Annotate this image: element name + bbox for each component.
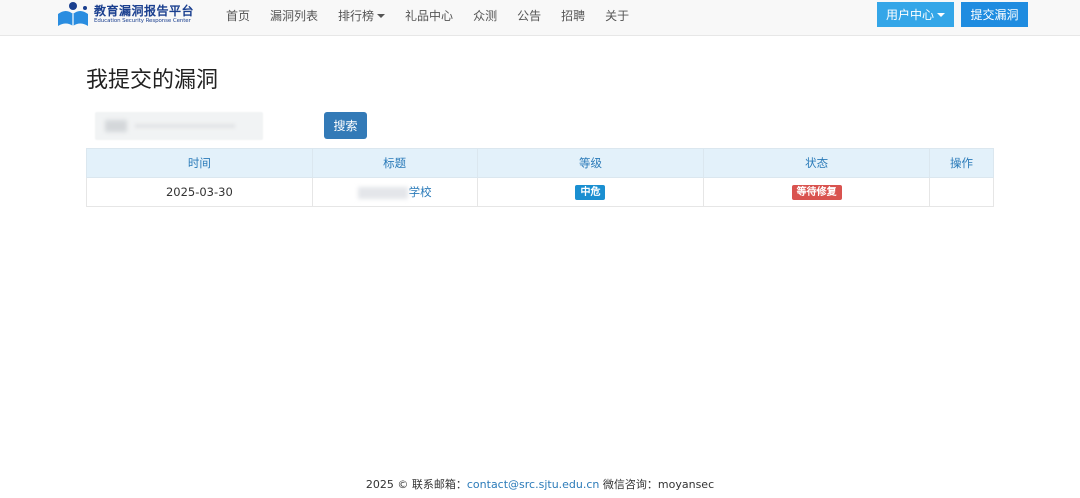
cell-level: 中危 [476, 177, 705, 207]
nav-item-announcements[interactable]: 公告 [517, 7, 541, 24]
caret-down-icon [937, 12, 945, 17]
brand-text: 教育漏洞报告平台 Education Security Response Cen… [94, 5, 194, 25]
caret-down-icon [377, 14, 386, 18]
top-navbar: 教育漏洞报告平台 Education Security Response Cen… [0, 0, 1080, 36]
vuln-title-link[interactable]: 学校 [409, 185, 432, 199]
search-button[interactable]: 搜索 [324, 112, 367, 139]
column-header-title[interactable]: 标题 [311, 148, 478, 178]
redacted-content [105, 120, 127, 132]
column-header-level[interactable]: 等级 [476, 148, 705, 178]
nav-item-recruitment[interactable]: 招聘 [561, 7, 585, 24]
user-center-label: 用户中心 [885, 8, 934, 22]
cell-title: 学校 [311, 177, 478, 207]
main-nav: 首页 漏洞列表 排行榜 礼品中心 众测 公告 招聘 关于 [216, 0, 639, 30]
footer: 2025 © 联系邮箱：contact@src.sjtu.edu.cn 微信咨询… [0, 476, 1080, 492]
redacted-content [135, 124, 235, 128]
submit-vuln-button[interactable]: 提交漏洞 [961, 2, 1028, 27]
nav-item-about[interactable]: 关于 [605, 7, 629, 24]
status-badge: 等待修复 [791, 185, 842, 200]
footer-email-link[interactable]: contact@src.sjtu.edu.cn [467, 478, 600, 491]
brand-name-en: Education Security Response Center [94, 18, 191, 25]
column-header-action: 操作 [929, 148, 994, 178]
table-row: 2025-03-30 学校 中危 等待修复 [86, 177, 994, 207]
cell-time: 2025-03-30 [86, 177, 313, 207]
vuln-table: 时间 标题 等级 状态 操作 2025-03-30 学校 中危 等待修复 [86, 148, 994, 207]
brand-logo[interactable]: 教育漏洞报告平台 Education Security Response Cen… [56, 0, 194, 30]
column-header-time[interactable]: 时间 [86, 148, 313, 178]
table-header-row: 时间 标题 等级 状态 操作 [86, 148, 994, 178]
footer-wechat: 微信咨询：moyansec [599, 478, 715, 491]
column-header-status[interactable]: 状态 [703, 148, 931, 178]
brand-name-cn: 教育漏洞报告平台 [94, 4, 195, 19]
cell-action [929, 177, 994, 207]
user-center-button[interactable]: 用户中心 [877, 2, 954, 27]
footer-copyright: 2025 © 联系邮箱： [365, 478, 467, 491]
nav-item-vuln-list[interactable]: 漏洞列表 [270, 7, 318, 24]
logo-book-icon [56, 0, 90, 30]
search-input[interactable] [95, 112, 263, 140]
nav-item-ranking-label: 排行榜 [338, 8, 375, 23]
redacted-content [357, 186, 408, 199]
cell-status: 等待修复 [703, 177, 931, 207]
page-title: 我提交的漏洞 [86, 68, 219, 93]
nav-item-crowd-test[interactable]: 众测 [473, 7, 497, 24]
level-badge: 中危 [575, 185, 606, 200]
nav-item-ranking[interactable]: 排行榜 [338, 7, 386, 24]
nav-item-gift-center[interactable]: 礼品中心 [405, 7, 453, 24]
nav-item-home[interactable]: 首页 [226, 7, 250, 24]
